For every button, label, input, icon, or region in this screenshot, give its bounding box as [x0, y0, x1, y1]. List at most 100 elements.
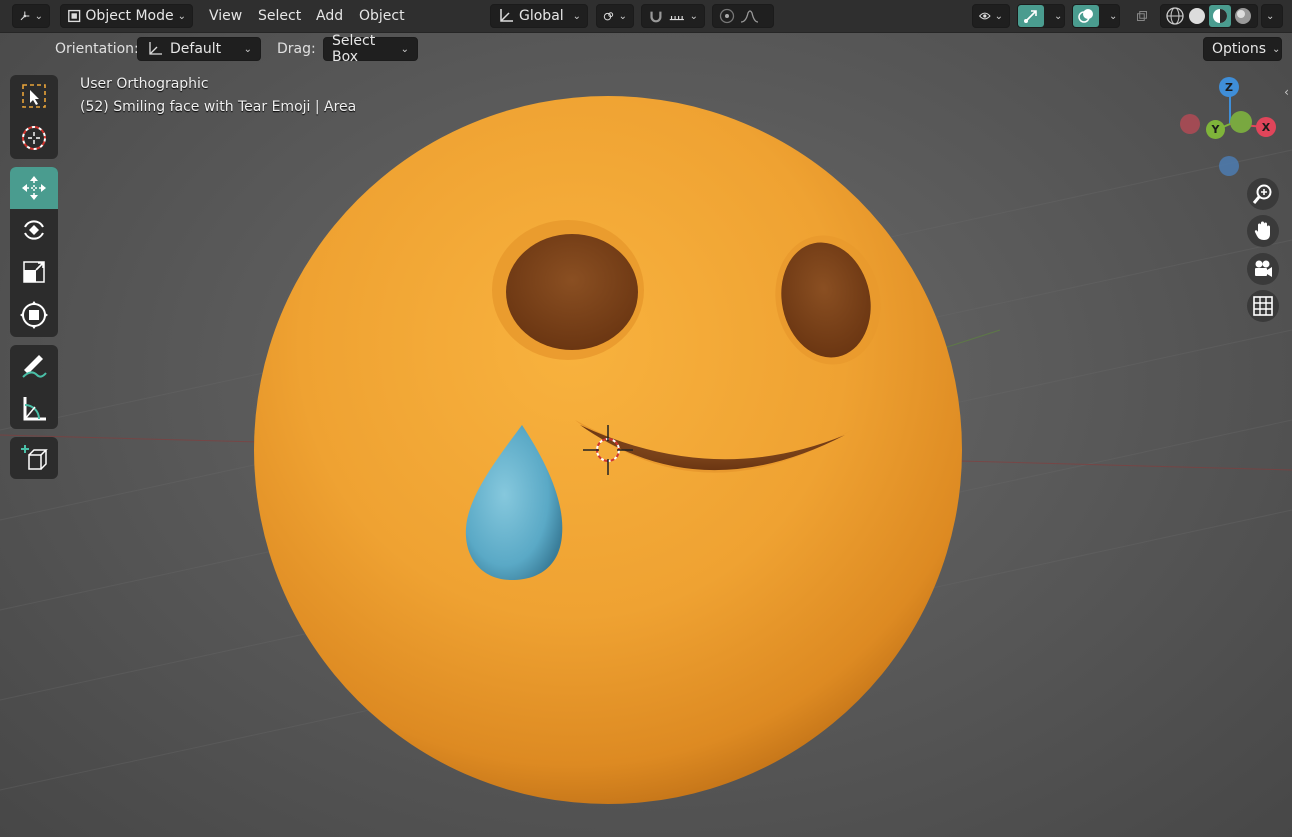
cursor-tool[interactable]: [10, 117, 58, 159]
annotate-measure-tool-group: [10, 345, 58, 429]
zoom-icon: [1252, 184, 1272, 204]
tool-settings-bar: Orientation: Default ⌄ Drag: Select Box …: [0, 33, 1292, 65]
emoji-sphere: [254, 96, 962, 804]
shading-mode-group[interactable]: [1160, 4, 1258, 28]
snap-increment-icon: [669, 16, 684, 21]
emoji-model[interactable]: [0, 0, 1292, 837]
drag-setting-label: Drag:: [277, 41, 316, 57]
chevron-down-icon: ⌄: [34, 10, 43, 22]
chevron-down-icon: ⌄: [572, 10, 581, 22]
menu-select[interactable]: Select: [258, 4, 301, 28]
transform-icon: [20, 301, 48, 329]
chevron-down-icon: ⌄: [400, 43, 409, 55]
options-label: Options: [1212, 41, 1267, 57]
left-eye: [506, 234, 638, 350]
chevron-down-icon: ⌄: [1266, 10, 1275, 22]
scale-tool[interactable]: [10, 251, 58, 293]
axis-icon: [20, 11, 30, 21]
pivot-point-dropdown[interactable]: ⌄: [596, 4, 634, 28]
object-info: (52) Smiling face with Tear Emoji | Area: [80, 99, 357, 115]
visibility-dropdown[interactable]: ⌄: [972, 4, 1010, 28]
gizmo-y-label: Y: [1211, 123, 1220, 136]
eye-icon: [979, 12, 991, 20]
xray-toggle[interactable]: [1130, 4, 1154, 28]
perspective-toggle-button[interactable]: [1247, 290, 1279, 322]
chevron-down-icon: ⌄: [1272, 43, 1281, 55]
chevron-down-icon: ⌄: [243, 43, 252, 55]
annotate-tool[interactable]: [10, 345, 58, 387]
scale-icon: [23, 261, 45, 283]
chevron-down-icon: ⌄: [618, 10, 627, 22]
move-icon: [22, 176, 46, 200]
viewport-header: ⌄ Object Mode ⌄ View Select Add Object G…: [0, 0, 1292, 33]
gizmo-z-axis[interactable]: Z: [1219, 77, 1239, 97]
sidebar-toggle-icon[interactable]: ‹: [1281, 84, 1292, 100]
gizmo-icon: [1024, 10, 1037, 23]
add-tool-group: [10, 437, 58, 479]
overlays-icon: [1078, 9, 1093, 23]
proportional-editing-icon: [719, 8, 735, 24]
menu-add[interactable]: Add: [316, 4, 343, 28]
solid-shading-icon[interactable]: [1187, 6, 1207, 26]
orientation-label: Global: [519, 8, 564, 24]
magnet-icon: [650, 11, 662, 23]
rotate-tool[interactable]: [10, 209, 58, 251]
gizmo-z-label: Z: [1225, 80, 1233, 94]
pan-button[interactable]: [1247, 215, 1279, 247]
chevron-down-icon: ⌄: [177, 10, 186, 22]
transform-tool-group: [10, 167, 58, 337]
mode-dropdown[interactable]: Object Mode ⌄: [60, 4, 193, 28]
gizmo-neg-y-axis[interactable]: [1230, 111, 1252, 133]
transform-tool[interactable]: [10, 293, 58, 337]
proportional-editing-group[interactable]: [712, 4, 774, 28]
xray-icon: [1137, 11, 1147, 21]
cursor-icon: [22, 126, 46, 150]
overlays-toggle-group[interactable]: ⌄: [1072, 4, 1120, 28]
mode-label: Object Mode: [85, 8, 174, 24]
material-preview-button[interactable]: [1209, 5, 1231, 27]
drag-setting-dropdown[interactable]: Select Box ⌄: [323, 33, 418, 65]
move-tool[interactable]: [10, 167, 58, 209]
gizmo-y-axis[interactable]: Y: [1206, 120, 1225, 139]
menu-object[interactable]: Object: [359, 4, 405, 28]
measure-tool[interactable]: [10, 387, 58, 429]
drag-setting-value: Select Box: [332, 33, 376, 65]
transform-orientation-dropdown[interactable]: Global ⌄: [490, 4, 588, 28]
grid-icon: [1253, 296, 1273, 316]
orientation-setting-value: Default: [170, 41, 222, 57]
orientation-setting-dropdown[interactable]: Default ⌄: [137, 37, 261, 61]
chevron-down-icon: ⌄: [1054, 10, 1063, 22]
wireframe-shading-icon[interactable]: [1165, 6, 1185, 26]
chevron-down-icon: ⌄: [1109, 10, 1118, 22]
gizmo-toggle-group[interactable]: ⌄: [1017, 4, 1065, 28]
chevron-down-icon: ⌄: [994, 10, 1003, 22]
rendered-shading-icon[interactable]: [1233, 6, 1253, 26]
rotate-icon: [24, 220, 44, 240]
select-cursor-tool-group: [10, 75, 58, 159]
camera-icon: [1255, 260, 1272, 277]
3d-viewport[interactable]: [0, 0, 1292, 837]
view-name: User Orthographic: [80, 76, 209, 92]
snapping-group[interactable]: ⌄: [641, 4, 705, 28]
measure-icon: [23, 397, 46, 421]
object-mode-icon: [68, 9, 81, 23]
gizmo-neg-x-axis[interactable]: [1180, 114, 1200, 134]
select-box-icon: [22, 84, 46, 108]
options-dropdown[interactable]: Options ⌄: [1203, 37, 1282, 61]
shading-options-dropdown[interactable]: ⌄: [1261, 4, 1283, 28]
camera-view-button[interactable]: [1247, 253, 1279, 285]
gizmo-x-label: X: [1261, 120, 1271, 134]
overlays-toggle-button[interactable]: [1073, 5, 1099, 27]
add-cube-tool[interactable]: [10, 437, 58, 479]
falloff-curve-icon: [740, 10, 759, 23]
annotate-icon: [22, 355, 47, 378]
gizmo-neg-z-axis[interactable]: [1219, 156, 1239, 176]
editor-type-button[interactable]: ⌄: [12, 4, 50, 28]
menu-view[interactable]: View: [209, 4, 242, 28]
select-box-tool[interactable]: [10, 75, 58, 117]
gizmo-x-axis[interactable]: X: [1256, 117, 1276, 137]
zoom-button[interactable]: [1247, 178, 1279, 210]
gizmo-toggle-button[interactable]: [1018, 5, 1044, 27]
add-cube-icon: [21, 445, 48, 470]
material-preview-icon: [1213, 9, 1227, 23]
